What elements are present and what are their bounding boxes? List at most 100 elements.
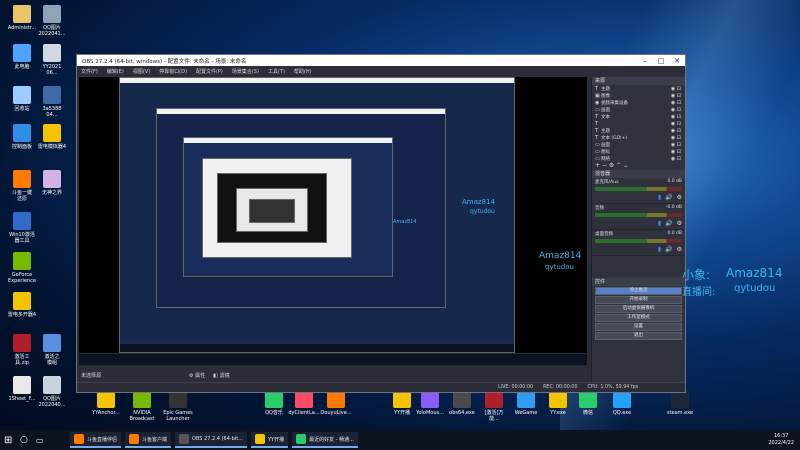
visibility-icon[interactable]: ◉ ⊡ bbox=[671, 128, 681, 134]
desktop-icon[interactable]: 雷电多开器4 bbox=[2, 292, 42, 318]
visibility-icon[interactable]: ◉ ⊡ bbox=[671, 121, 681, 127]
desktop-icon-label: 此电脑 bbox=[14, 64, 30, 70]
source-item[interactable]: ▭ 画面 ◉ ⊡ bbox=[592, 106, 685, 113]
sources-title: 来源 bbox=[592, 77, 685, 85]
source-item[interactable]: T 文本 (GDI+) ◉ ⊡ bbox=[592, 134, 685, 141]
task-view-icon[interactable]: ▭ bbox=[36, 436, 52, 445]
visibility-icon[interactable]: ◉ ⊡ bbox=[671, 93, 681, 99]
visibility-icon[interactable]: ◉ ⊡ bbox=[671, 135, 681, 141]
mixer-db-value: 0.0 dB bbox=[667, 179, 682, 184]
gear-icon[interactable]: ⚙ bbox=[609, 162, 614, 169]
user-folder-icon bbox=[13, 5, 31, 23]
control-button[interactable]: 停止推流 bbox=[595, 287, 682, 295]
menu-view[interactable]: 视图(V) bbox=[133, 68, 150, 75]
control-button[interactable]: 设置 bbox=[595, 323, 682, 331]
desktop-icon[interactable]: 无神之界 bbox=[32, 170, 72, 196]
visibility-icon[interactable]: ◉ ⊡ bbox=[671, 156, 681, 162]
desktop-icon[interactable]: 激活之 模组 bbox=[32, 334, 72, 366]
control-button[interactable]: 开始录制 bbox=[595, 296, 682, 304]
source-item[interactable]: T 文本 ◉ ⊡ bbox=[592, 113, 685, 120]
close-icon[interactable]: ✕ bbox=[669, 57, 685, 65]
maximize-icon[interactable]: □ bbox=[653, 57, 669, 65]
remove-icon[interactable]: − bbox=[602, 162, 609, 169]
clock-date[interactable]: 2022/4/22 bbox=[768, 440, 794, 447]
visibility-icon[interactable]: ◉ ⊡ bbox=[671, 114, 681, 120]
visibility-icon[interactable]: ◉ ⊡ bbox=[671, 142, 681, 148]
app-icon bbox=[13, 252, 31, 270]
desktop-icon-label: GeForce Experience bbox=[8, 272, 36, 284]
taskbar-app[interactable]: 最近的好友 - 畅通... bbox=[292, 432, 358, 448]
desktop-icon[interactable]: Epic Games Launcher bbox=[158, 390, 198, 422]
desktop-icon[interactable]: QQ图片 2022040... bbox=[32, 376, 72, 408]
desktop-icon[interactable]: DouyuLive... bbox=[316, 390, 356, 416]
volume-slider[interactable]: ▮ bbox=[658, 194, 661, 201]
gear-icon[interactable]: ⚙ bbox=[677, 194, 682, 201]
desktop-overlay-name: Amaz814 bbox=[726, 266, 783, 280]
desktop-icon[interactable]: QQ.exe bbox=[602, 390, 642, 416]
desktop-icon[interactable]: 雷电模拟器4 bbox=[32, 124, 72, 150]
nested-capture-2: Amaz814 bbox=[156, 108, 446, 308]
filters-button[interactable]: ◧ 滤镜 bbox=[213, 372, 229, 379]
control-button[interactable]: 工作室模式 bbox=[595, 314, 682, 322]
source-item[interactable]: ◉ 视频采集设备 ◉ ⊡ bbox=[592, 99, 685, 106]
desktop-icon[interactable]: steam.exe bbox=[660, 390, 700, 416]
overlay-id-large: qytudou bbox=[545, 263, 574, 271]
desktop-icon[interactable]: GeForce Experience bbox=[2, 252, 42, 284]
visibility-icon[interactable]: ◉ ⊡ bbox=[671, 149, 681, 155]
source-item[interactable]: ▭ 网络 ◉ ⊡ bbox=[592, 155, 685, 162]
windows-start-icon[interactable]: ⊞ bbox=[4, 435, 20, 446]
volume-slider[interactable]: ▮ bbox=[658, 220, 661, 227]
obs-window[interactable]: OBS 27.2.4 (64-bit, windows) - 配置文件: 未命名… bbox=[76, 54, 686, 393]
taskbar-app[interactable]: 斗鱼直播伴侣 bbox=[70, 432, 122, 448]
taskbar-app-label: YY开播 bbox=[267, 436, 285, 443]
taskbar-app[interactable]: 斗鱼客户端 bbox=[125, 432, 172, 448]
speaker-icon[interactable]: 🔊 bbox=[665, 194, 672, 201]
menu-edit[interactable]: 编辑(E) bbox=[107, 68, 124, 75]
nested-capture-4 bbox=[202, 158, 352, 258]
obs-preview[interactable]: Amaz814 Amaz814 qytudou Amaz814 qytudou bbox=[79, 77, 587, 365]
taskbar-app[interactable]: OBS 27.2.4 (64-bit... bbox=[175, 432, 247, 448]
speaker-icon[interactable]: 🔊 bbox=[665, 220, 672, 227]
menu-help[interactable]: 帮助(H) bbox=[294, 68, 312, 75]
search-icon[interactable]: ○ bbox=[20, 435, 36, 445]
source-item[interactable]: ▭ 画面 ◉ ⊡ bbox=[592, 141, 685, 148]
menu-docks[interactable]: 停靠窗口(D) bbox=[159, 68, 187, 75]
menu-scene-collection[interactable]: 场景集合(S) bbox=[232, 68, 259, 75]
taskbar-app-label: 斗鱼直播伴侣 bbox=[87, 436, 118, 443]
menu-tools[interactable]: 工具(T) bbox=[268, 68, 285, 75]
overlay-name-small: Amaz814 bbox=[393, 219, 417, 225]
obs-titlebar[interactable]: OBS 27.2.4 (64-bit, windows) - 配置文件: 未命名… bbox=[77, 55, 685, 66]
source-item[interactable]: T 主题 ◉ ⊡ bbox=[592, 85, 685, 92]
desktop-icon[interactable]: NVIDIA Broadcast bbox=[122, 390, 162, 422]
source-item[interactable]: ▭ 图标 ◉ ⊡ bbox=[592, 148, 685, 155]
properties-button[interactable]: ⚙ 属性 bbox=[189, 372, 205, 379]
minimize-icon[interactable]: – bbox=[637, 57, 653, 65]
menu-profile[interactable]: 配置文件(P) bbox=[196, 68, 223, 75]
desktop-icon[interactable]: YYAnchor... bbox=[86, 390, 126, 416]
taskbar-app[interactable]: YY开播 bbox=[250, 432, 289, 448]
visibility-icon[interactable]: ◉ ⊡ bbox=[671, 107, 681, 113]
source-item[interactable]: T 主题 ◉ ⊡ bbox=[592, 127, 685, 134]
app-icon bbox=[13, 376, 31, 394]
visibility-icon[interactable]: ◉ ⊡ bbox=[671, 100, 681, 106]
gear-icon[interactable]: ⚙ bbox=[677, 220, 682, 227]
desktop-icon[interactable]: YY2021 06... bbox=[32, 44, 72, 76]
source-item[interactable]: ▣ 图像 ◉ ⊡ bbox=[592, 92, 685, 99]
desktop-icon-qq-image[interactable]: QQ图片 2022041... bbox=[32, 5, 72, 37]
volume-slider[interactable]: ▮ bbox=[658, 246, 661, 253]
clock-time[interactable]: 16:37 bbox=[768, 433, 794, 440]
overlay-id-mid: qytudou bbox=[470, 208, 495, 215]
desktop-icon[interactable]: Win10激活 器工具 bbox=[2, 212, 42, 244]
control-button[interactable]: 退出 bbox=[595, 332, 682, 340]
app-icon bbox=[254, 434, 265, 444]
control-button[interactable]: 启动虚拟摄像机 bbox=[595, 305, 682, 313]
nested-capture-3 bbox=[183, 137, 393, 277]
menu-file[interactable]: 文件(F) bbox=[81, 68, 98, 75]
down-icon[interactable]: ⌄ bbox=[623, 162, 628, 169]
visibility-icon[interactable]: ◉ ⊡ bbox=[671, 86, 681, 92]
desktop-icon[interactable]: 3a5388 04... bbox=[32, 86, 72, 118]
gear-icon[interactable]: ⚙ bbox=[677, 246, 682, 253]
source-item[interactable]: T ◉ ⊡ bbox=[592, 120, 685, 127]
add-icon[interactable]: + bbox=[595, 162, 600, 169]
speaker-icon[interactable]: 🔊 bbox=[665, 246, 672, 253]
